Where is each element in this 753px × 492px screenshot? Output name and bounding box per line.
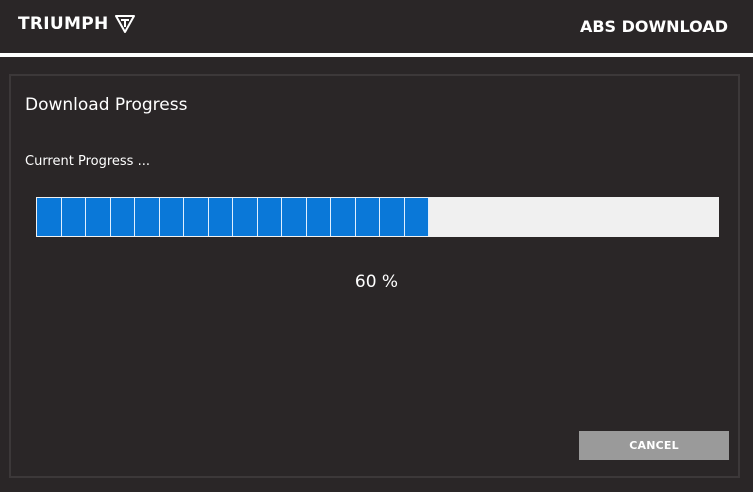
progress-segment <box>282 198 307 236</box>
progress-segment <box>184 198 209 236</box>
progress-segment <box>37 198 62 236</box>
download-progress-panel: Download Progress Current Progress ... 6… <box>9 74 740 478</box>
progress-segment <box>331 198 356 236</box>
progress-segment <box>306 198 331 236</box>
progress-status-label: Current Progress ... <box>25 154 150 169</box>
progress-segment <box>380 198 405 236</box>
progress-percent: 60 % <box>354 272 399 292</box>
progress-segment <box>159 198 184 236</box>
progress-segment <box>404 198 429 236</box>
cancel-button[interactable]: CANCEL <box>579 431 729 460</box>
app-title: ABS DOWNLOAD <box>579 17 728 36</box>
progress-segment <box>86 198 111 236</box>
progress-bar <box>36 197 719 237</box>
header-divider <box>0 53 753 57</box>
progress-segment <box>208 198 233 236</box>
brand-name: TRIUMPH <box>18 14 109 34</box>
panel-title: Download Progress <box>25 95 188 115</box>
progress-segment <box>110 198 135 236</box>
progress-segment <box>233 198 258 236</box>
progress-segment <box>355 198 380 236</box>
progress-bar-fill <box>37 198 429 236</box>
triumph-logo-icon <box>114 14 135 34</box>
app-header: TRIUMPH ABS DOWNLOAD <box>0 0 753 55</box>
progress-segment <box>257 198 282 236</box>
progress-segment <box>135 198 160 236</box>
brand: TRIUMPH <box>18 14 135 34</box>
progress-segment <box>61 198 86 236</box>
